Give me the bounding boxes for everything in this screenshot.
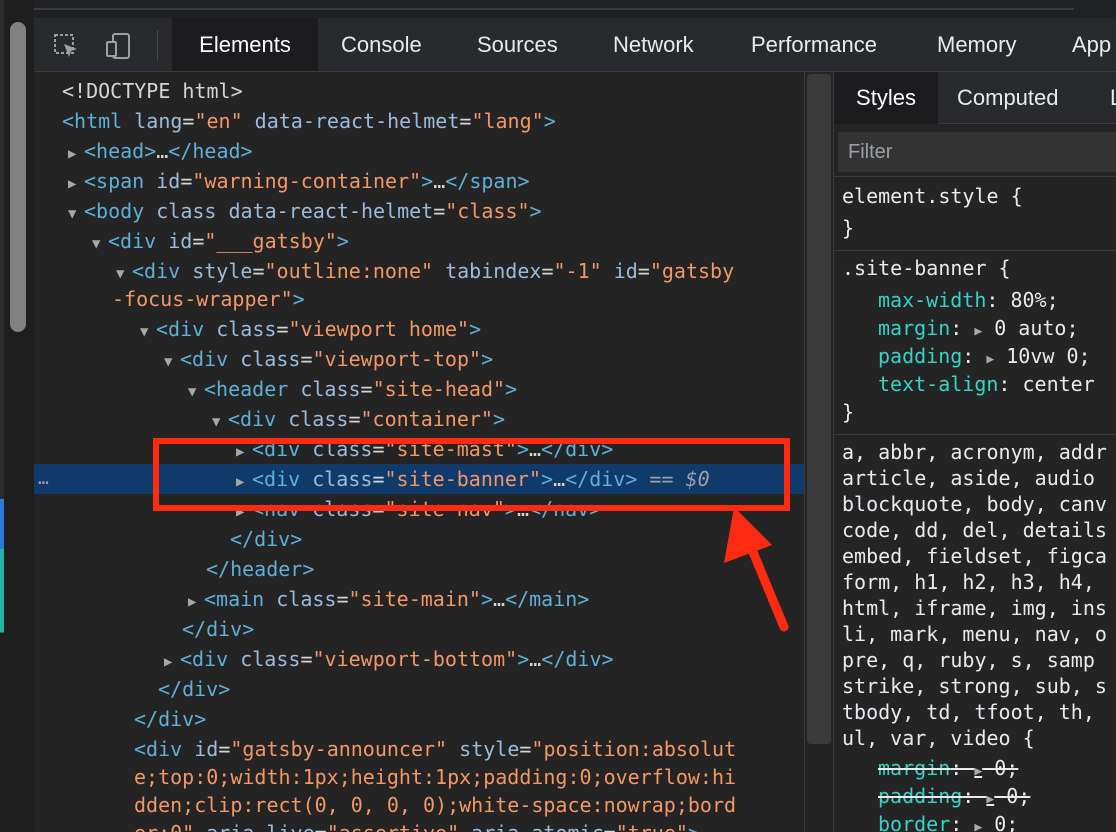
css-prop-margin-overridden[interactable]: margin: ▶ 0; xyxy=(878,755,1018,781)
reset-selector-line[interactable]: li, mark, menu, nav, o xyxy=(842,621,1107,647)
dom-node-viewport-top[interactable]: ▼ <div class="viewport-top"> xyxy=(164,344,804,374)
styles-tabbar: Styles Computed L xyxy=(834,72,1116,124)
reset-selector-line[interactable]: tbody, td, tfoot, th, xyxy=(842,699,1095,725)
styles-panel: Styles Computed L element.style { } .sit… xyxy=(834,72,1116,832)
css-prop-padding-overridden[interactable]: padding: ▶ 0; xyxy=(878,783,1030,809)
tab-elements[interactable]: Elements xyxy=(172,18,318,71)
reset-selector-line[interactable]: pre, q, ruby, s, samp xyxy=(842,647,1095,673)
reset-selector-line[interactable]: a, abbr, acronym, addr xyxy=(842,439,1107,465)
devtools-toolbar: Elements Console Sources Network Perform… xyxy=(34,18,1116,72)
gutter-dots[interactable]: … xyxy=(38,464,49,494)
element-style-close: } xyxy=(842,216,855,240)
expand-triangle-icon[interactable]: ▶ xyxy=(974,324,982,339)
dom-node-html[interactable]: <html lang="en" data-react-helmet="lang"… xyxy=(62,106,804,136)
reset-selector-line[interactable]: ul, var, video { xyxy=(842,725,1035,751)
rule-site-banner-close: } xyxy=(842,400,855,424)
dom-node-announcer[interactable]: <div id="gatsby-announcer" style="positi… xyxy=(134,734,804,764)
css-prop-border[interactable]: border: ▶ 0; xyxy=(878,811,1018,832)
dom-doctype[interactable]: <!DOCTYPE html> xyxy=(62,76,804,106)
element-style-selector[interactable]: element.style { xyxy=(842,183,1023,209)
reset-selector-line[interactable]: blockquote, body, canv xyxy=(842,491,1107,517)
dom-node-announcer-cont-3: er:0" aria-live="assertive" aria-atomic=… xyxy=(134,818,804,832)
tab-console[interactable]: Console xyxy=(341,18,422,71)
tab-performance[interactable]: Performance xyxy=(751,18,877,71)
reset-selector-line[interactable]: form, h1, h2, h3, h4, xyxy=(842,569,1095,595)
tab-application[interactable]: App xyxy=(1072,18,1111,71)
dom-node-viewport-bottom[interactable]: ▶ <div class="viewport-bottom">…</div> xyxy=(164,644,804,674)
tab-layout[interactable]: L xyxy=(1110,72,1116,124)
filter-input[interactable] xyxy=(838,132,1116,172)
css-prop-text-align[interactable]: text-align: center xyxy=(878,371,1095,397)
dom-node-head[interactable]: ▶ <head>…</head> xyxy=(68,136,804,166)
annotation-arrow-icon xyxy=(724,507,789,632)
dom-node-span[interactable]: ▶ <span id="warning-container">…</span> xyxy=(68,166,804,196)
dom-close-header[interactable]: </header> xyxy=(206,554,804,584)
dom-node-main[interactable]: ▶ <main class="site-main">…</main> xyxy=(188,584,804,614)
dom-node-announcer-cont-1: e;top:0;width:1px;height:1px;padding:0;o… xyxy=(134,765,737,789)
window-top-strip xyxy=(0,0,1116,18)
css-prop-max-width[interactable]: max-width: 80%; xyxy=(878,287,1059,313)
styles-filter xyxy=(838,132,1116,172)
page-scrollbar[interactable] xyxy=(10,22,26,332)
rule-site-banner-selector[interactable]: .site-banner { xyxy=(842,255,1011,281)
dom-close-div-3[interactable]: </div> xyxy=(158,674,804,704)
css-prop-margin[interactable]: margin: ▶ 0 auto; xyxy=(878,315,1079,341)
tab-sources[interactable]: Sources xyxy=(477,18,558,71)
tab-memory[interactable]: Memory xyxy=(937,18,1016,71)
dom-node-focus-wrapper-cont: -focus-wrapper"> xyxy=(112,287,305,311)
css-prop-padding[interactable]: padding: ▶ 10vw 0; xyxy=(878,343,1091,369)
tab-network[interactable]: Network xyxy=(613,18,694,71)
dom-close-div-4[interactable]: </div> xyxy=(134,704,804,734)
dom-node-header[interactable]: ▼ <header class="site-head"> xyxy=(188,374,804,404)
dom-node-body[interactable]: ▼ <body class data-react-helmet="class"> xyxy=(68,196,804,226)
tab-styles[interactable]: Styles xyxy=(834,72,938,124)
elements-scrollbar[interactable] xyxy=(804,72,834,832)
dom-node-gatsby[interactable]: ▼ <div id="___gatsby"> xyxy=(92,226,804,256)
reset-selector-line[interactable]: html, iframe, img, ins xyxy=(842,595,1107,621)
dom-close-div[interactable]: </div> xyxy=(230,524,804,554)
page-edge xyxy=(0,0,34,832)
dom-node-announcer-cont-2: dden;clip:rect(0, 0, 0, 0);white-space:n… xyxy=(134,793,737,817)
device-toggle-icon[interactable] xyxy=(104,32,132,60)
dom-node-viewport[interactable]: ▼ <div class="viewport home"> xyxy=(140,314,804,344)
reset-selector-line[interactable]: embed, fieldset, figca xyxy=(842,543,1107,569)
dom-close-div-2[interactable]: </div> xyxy=(182,614,804,644)
reset-selector-line[interactable]: strike, strong, sub, s xyxy=(842,673,1107,699)
tab-computed[interactable]: Computed xyxy=(957,72,1059,124)
reset-selector-line[interactable]: code, dd, del, details xyxy=(842,517,1107,543)
annotation-highlight-box xyxy=(153,438,790,511)
dom-node-container[interactable]: ▼ <div class="container"> xyxy=(212,404,804,434)
inspect-element-icon[interactable] xyxy=(52,32,80,60)
dom-node-focus-wrapper[interactable]: ▼ <div style="outline:none" tabindex="-1"… xyxy=(116,256,804,286)
reset-selector-line[interactable]: article, aside, audio xyxy=(842,465,1095,491)
